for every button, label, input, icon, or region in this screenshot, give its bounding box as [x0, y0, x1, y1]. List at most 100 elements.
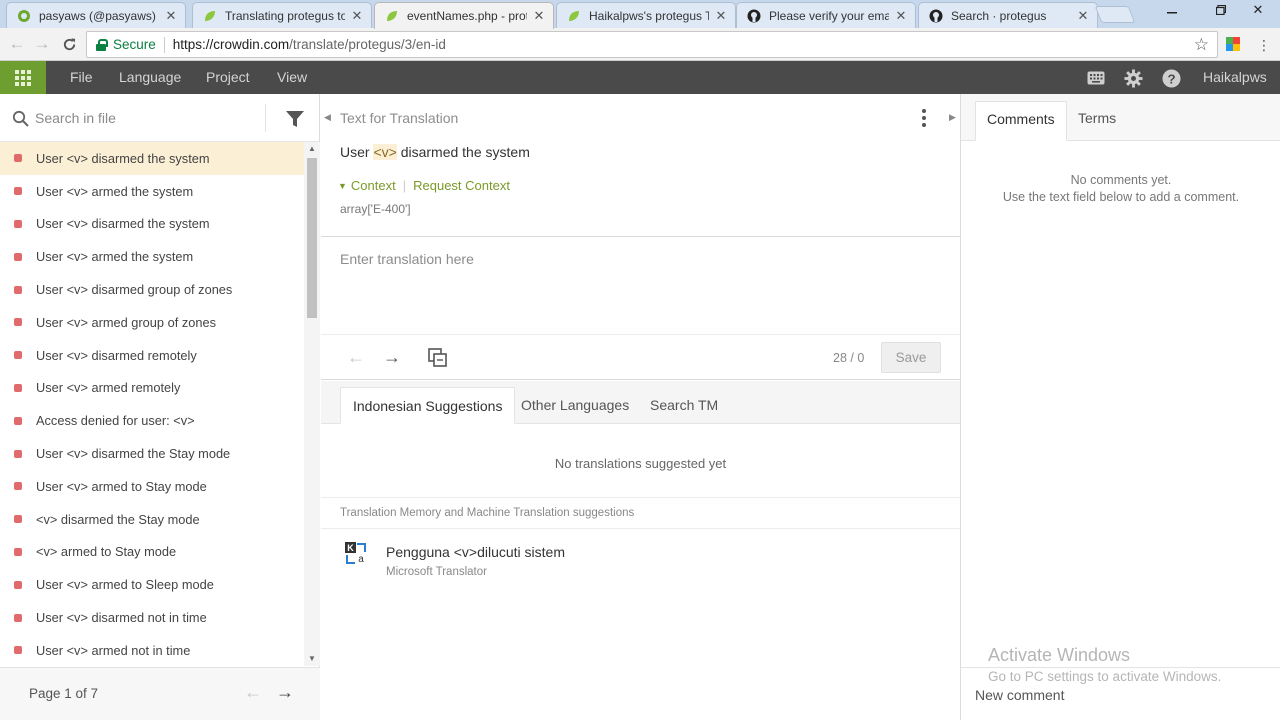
save-button[interactable]: Save	[881, 342, 941, 373]
window-close-icon[interactable]: ✕	[1240, 0, 1276, 20]
string-list-item-label: <v> disarmed the Stay mode	[36, 511, 200, 527]
help-icon[interactable]: ?	[1161, 68, 1181, 88]
collapse-right-icon[interactable]: ▶	[949, 112, 956, 123]
reload-icon[interactable]	[57, 33, 81, 55]
url-host: https://crowdin.com	[172, 37, 290, 52]
tab-terms[interactable]: Terms	[1067, 101, 1127, 141]
microsoft-translator-icon: Ka	[345, 542, 367, 565]
tab-comments[interactable]: Comments	[975, 101, 1067, 141]
tab-search-tm[interactable]: Search TM	[638, 387, 730, 424]
browser-tab-active[interactable]: eventNames.php - prote ✕	[374, 2, 554, 29]
string-list-item[interactable]: User <v> disarmed the system	[0, 142, 304, 175]
request-context-link[interactable]: Request Context	[413, 178, 510, 193]
string-list-item[interactable]: Access denied for user: <v>	[0, 404, 304, 437]
untranslated-status-icon	[14, 416, 22, 425]
new-tab-button[interactable]	[1094, 6, 1136, 23]
scroll-thumb[interactable]	[307, 158, 317, 318]
new-comment-input[interactable]	[975, 684, 1255, 706]
string-list-item[interactable]: User <v> disarmed the system	[0, 208, 304, 241]
page-label: Page 1 of 7	[29, 686, 99, 701]
scroll-up-arrow[interactable]: ▲	[304, 142, 320, 156]
restore-icon[interactable]	[1203, 0, 1239, 20]
next-page-icon[interactable]: →	[276, 682, 294, 703]
mt-suggestion-text[interactable]: Pengguna <v>dilucuti sistem	[386, 544, 565, 560]
filter-icon[interactable]	[285, 109, 305, 129]
right-tabs: Comments Terms	[961, 94, 1280, 141]
address-bar[interactable]: Secure https://crowdin.com/translate/pro…	[86, 31, 1218, 58]
close-icon[interactable]: ✕	[715, 8, 727, 24]
browser-tab[interactable]: Haikalpws's protegus Tra ✕	[556, 2, 736, 28]
next-string-icon[interactable]: →	[383, 347, 401, 368]
string-list-item[interactable]: User <v> armed to Sleep mode	[0, 568, 304, 601]
string-list-item[interactable]: User <v> disarmed not in time	[0, 601, 304, 634]
suggestion-tabs: Indonesian Suggestions Other Languages S…	[321, 381, 960, 424]
string-list-item-label: User <v> armed the system	[36, 183, 194, 199]
forward-icon[interactable]: →	[30, 33, 54, 55]
translation-input[interactable]	[321, 237, 960, 334]
browser-tab[interactable]: Search · protegus ✕	[918, 2, 1098, 28]
menu-language[interactable]: Language	[119, 61, 181, 94]
svg-text:a: a	[358, 554, 364, 564]
collapse-left-icon[interactable]: ◀	[324, 112, 331, 123]
bookmark-star-icon[interactable]: ☆	[1194, 35, 1209, 55]
string-list-item[interactable]: User <v> disarmed remotely	[0, 339, 304, 372]
more-options-icon[interactable]	[918, 108, 930, 128]
browser-tab[interactable]: pasyaws (@pasyaws) — T ✕	[6, 2, 186, 28]
close-icon[interactable]: ✕	[533, 8, 545, 24]
string-list-item[interactable]: User <v> disarmed group of zones	[0, 273, 304, 306]
browser-tab-title: Translating protegus to I	[225, 8, 345, 23]
close-icon[interactable]: ✕	[351, 8, 363, 24]
search-icon	[12, 110, 29, 127]
close-icon[interactable]: ✕	[895, 8, 907, 24]
apps-grid-icon[interactable]	[0, 61, 46, 94]
string-list-item[interactable]: User <v> armed group of zones	[0, 306, 304, 339]
source-header: Text for Translation	[340, 110, 459, 126]
empty-comments-message: No comments yet.	[1070, 173, 1172, 187]
close-icon[interactable]: ✕	[165, 8, 177, 24]
browser-tab[interactable]: Translating protegus to I ✕	[192, 2, 372, 28]
string-list-item[interactable]: User <v> armed to Stay mode	[0, 470, 304, 503]
string-list-item[interactable]: <v> armed to Stay mode	[0, 536, 304, 569]
scroll-down-arrow[interactable]: ▼	[304, 652, 320, 666]
keyboard-icon[interactable]	[1086, 68, 1106, 88]
browser-menu-icon[interactable]: ⋮	[1256, 36, 1272, 54]
previous-string-icon[interactable]: ←	[347, 347, 365, 368]
menu-file[interactable]: File	[70, 61, 93, 94]
previous-page-icon[interactable]: ←	[244, 682, 262, 703]
source-section: ◀ ▶ Text for Translation User <v> disarm…	[321, 94, 960, 237]
user-menu[interactable]: Haikalpws	[1203, 61, 1267, 94]
browser-tab-title: eventNames.php - prote	[407, 9, 527, 23]
untranslated-status-icon	[14, 252, 22, 261]
menu-view[interactable]: View	[277, 61, 307, 94]
back-icon[interactable]: ←	[5, 33, 29, 55]
url-path: /translate/protegus/3/en-id	[289, 37, 446, 52]
scrollbar[interactable]: ▲ ▼	[304, 142, 320, 666]
app-header: File Language Project View ? Haikalpws	[0, 61, 1280, 94]
copy-source-icon[interactable]	[428, 348, 448, 368]
close-icon[interactable]: ✕	[1077, 8, 1089, 24]
menu-project[interactable]: Project	[206, 61, 250, 94]
minimize-icon[interactable]	[1154, 0, 1190, 20]
extension-icon[interactable]	[1226, 37, 1240, 51]
caret-down-icon[interactable]: ▼	[338, 181, 347, 191]
string-list-item[interactable]: User <v> armed remotely	[0, 372, 304, 405]
url-text: https://crowdin.com/translate/protegus/3…	[173, 37, 446, 52]
string-list-item[interactable]: User <v> disarmed the Stay mode	[0, 437, 304, 470]
string-list-item-label: User <v> disarmed the Stay mode	[36, 446, 231, 462]
string-list-item[interactable]: User <v> armed the system	[0, 175, 304, 208]
string-list: User <v> disarmed the system User <v> arm…	[0, 142, 304, 662]
context-toggle[interactable]: Context	[351, 178, 396, 193]
string-list-item[interactable]: User <v> armed not in time	[0, 634, 304, 662]
string-list-item-label: User <v> disarmed not in time	[36, 610, 207, 626]
crowdin-leaf-icon	[203, 9, 217, 23]
string-list-item[interactable]: User <v> armed the system	[0, 240, 304, 273]
gear-icon[interactable]	[1123, 68, 1143, 88]
tab-indonesian-suggestions[interactable]: Indonesian Suggestions	[340, 387, 516, 424]
search-input[interactable]	[35, 106, 255, 130]
string-list-item[interactable]: <v> disarmed the Stay mode	[0, 503, 304, 536]
tab-other-languages[interactable]: Other Languages	[509, 387, 641, 424]
untranslated-status-icon	[14, 285, 22, 294]
browser-tab[interactable]: Please verify your email a ✕	[736, 2, 916, 28]
divider	[163, 36, 165, 53]
untranslated-status-icon	[14, 515, 22, 524]
